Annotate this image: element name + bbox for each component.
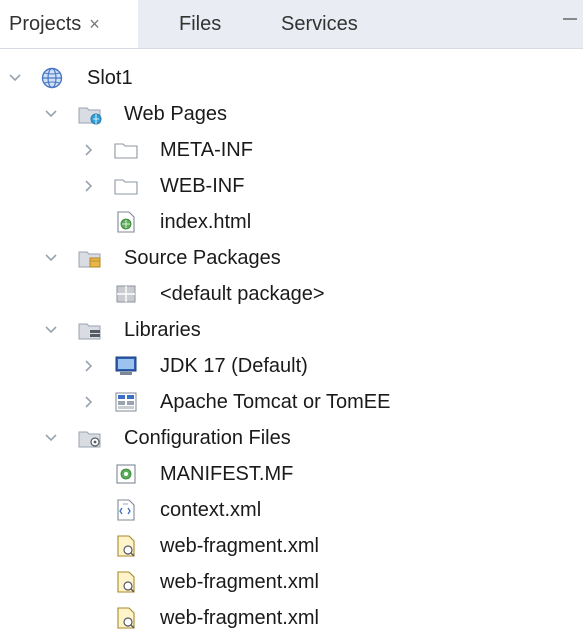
chevron-right-icon[interactable] [80, 357, 98, 375]
project-name: Slot1 [87, 67, 133, 89]
tomcat-label: Apache Tomcat or TomEE [160, 391, 391, 413]
tree-node-libraries[interactable]: Libraries [0, 312, 583, 348]
configuration-files-label: Configuration Files [124, 427, 291, 449]
tree-node-web-pages[interactable]: Web Pages [0, 96, 583, 132]
tree-node-web-inf[interactable]: WEB-INF [0, 168, 583, 204]
meta-inf-label: META-INF [160, 139, 253, 161]
tab-bar: Projects × Files Services [0, 0, 583, 49]
folder-icon [114, 138, 138, 162]
jdk-icon [114, 354, 138, 378]
web-fragment-label: web-fragment.xml [160, 535, 319, 557]
tree-node-configuration-files[interactable]: Configuration Files [0, 420, 583, 456]
tree-node-context-xml[interactable]: context.xml [0, 492, 583, 528]
xml-config-file-icon [114, 534, 138, 558]
chevron-down-icon[interactable] [42, 249, 60, 267]
project-tree: Slot1 Web Pages META-INF WEB-INF index.h… [0, 49, 583, 629]
globe-icon [40, 66, 64, 90]
tab-files[interactable]: Files [170, 0, 221, 48]
tree-node-project[interactable]: Slot1 [0, 60, 583, 96]
tab-projects-label: Projects [9, 12, 82, 35]
chevron-right-icon[interactable] [80, 393, 98, 411]
chevron-down-icon[interactable] [6, 69, 24, 87]
tree-node-web-fragment-1[interactable]: web-fragment.xml [0, 528, 583, 564]
chevron-down-icon[interactable] [42, 105, 60, 123]
libraries-folder-icon [78, 318, 102, 342]
package-icon [114, 282, 138, 306]
tab-services-label: Services [281, 12, 358, 35]
xml-config-file-icon [114, 606, 138, 629]
config-folder-icon [78, 426, 102, 450]
server-library-icon [114, 390, 138, 414]
web-pages-label: Web Pages [124, 103, 228, 125]
manifest-label: MANIFEST.MF [160, 463, 294, 485]
web-inf-label: WEB-INF [160, 175, 245, 197]
jdk-label: JDK 17 (Default) [160, 355, 308, 377]
source-packages-folder-icon [78, 246, 102, 270]
tree-node-jdk[interactable]: JDK 17 (Default) [0, 348, 583, 384]
html-file-icon [114, 210, 138, 234]
xml-file-icon [114, 498, 138, 522]
tree-node-tomcat[interactable]: Apache Tomcat or TomEE [0, 384, 583, 420]
tree-node-web-fragment-3[interactable]: web-fragment.xml [0, 600, 583, 629]
minimize-icon[interactable] [563, 18, 577, 20]
web-fragment-label: web-fragment.xml [160, 607, 319, 629]
tab-files-label: Files [179, 12, 222, 35]
web-pages-folder-icon [78, 102, 102, 126]
tree-node-web-fragment-2[interactable]: web-fragment.xml [0, 564, 583, 600]
close-icon[interactable]: × [89, 14, 100, 35]
chevron-right-icon[interactable] [80, 141, 98, 159]
manifest-file-icon [114, 462, 138, 486]
chevron-right-icon[interactable] [80, 177, 98, 195]
chevron-down-icon[interactable] [42, 321, 60, 339]
chevron-down-icon[interactable] [42, 429, 60, 447]
tree-node-default-package[interactable]: <default package> [0, 276, 583, 312]
xml-config-file-icon [114, 570, 138, 594]
tree-node-index-html[interactable]: index.html [0, 204, 583, 240]
libraries-label: Libraries [124, 319, 201, 341]
context-xml-label: context.xml [160, 499, 262, 521]
web-fragment-label: web-fragment.xml [160, 571, 319, 593]
folder-icon [114, 174, 138, 198]
default-package-label: <default package> [160, 283, 325, 305]
index-html-label: index.html [160, 211, 252, 233]
tree-node-manifest[interactable]: MANIFEST.MF [0, 456, 583, 492]
tab-services[interactable]: Services [272, 0, 358, 48]
tab-projects[interactable]: Projects × [0, 0, 138, 48]
source-packages-label: Source Packages [124, 247, 281, 269]
tree-node-meta-inf[interactable]: META-INF [0, 132, 583, 168]
tree-node-source-packages[interactable]: Source Packages [0, 240, 583, 276]
